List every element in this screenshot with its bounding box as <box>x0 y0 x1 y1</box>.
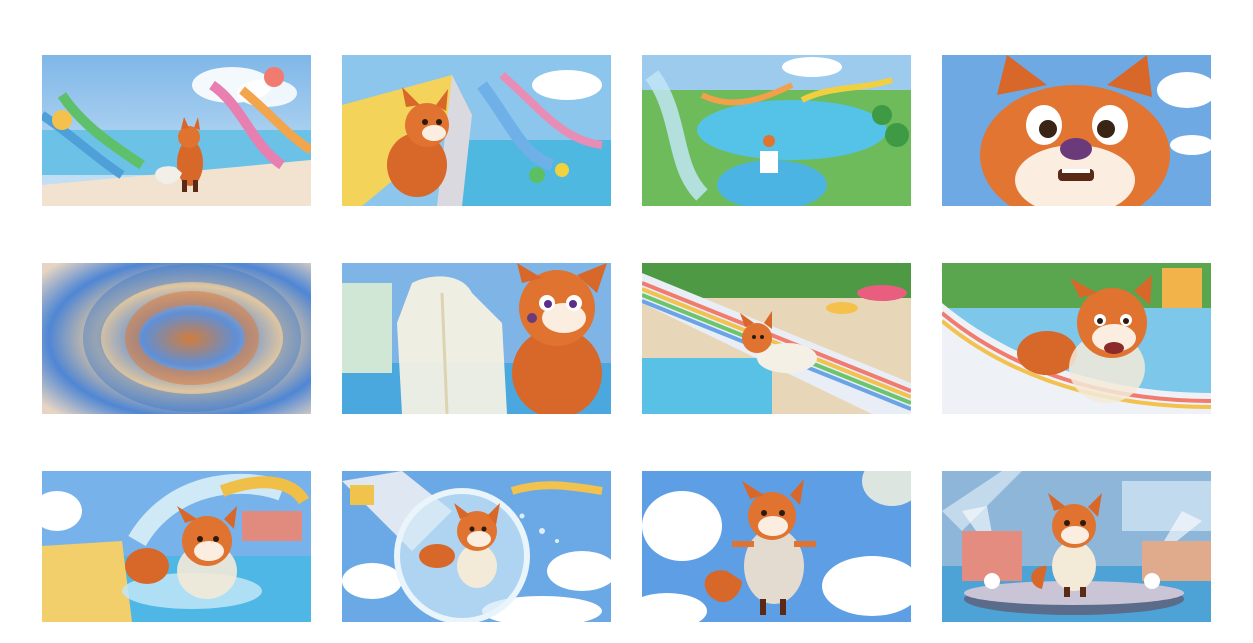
frame-4-image[interactable] <box>942 55 1211 206</box>
frame-12-image[interactable] <box>942 471 1211 622</box>
frame-9-image[interactable] <box>42 471 311 622</box>
frame-7-image[interactable] <box>642 263 911 414</box>
frame-11-image[interactable] <box>642 471 911 622</box>
storyboard-grid <box>0 0 1253 643</box>
frame-6-image[interactable] <box>342 263 611 414</box>
frame-10-image[interactable] <box>342 471 611 622</box>
frame-5-image[interactable] <box>42 263 311 414</box>
frame-8-image[interactable] <box>942 263 1211 414</box>
frame-3-image[interactable] <box>642 55 911 206</box>
frame-2-image[interactable] <box>342 55 611 206</box>
frame-1-image[interactable] <box>42 55 311 206</box>
